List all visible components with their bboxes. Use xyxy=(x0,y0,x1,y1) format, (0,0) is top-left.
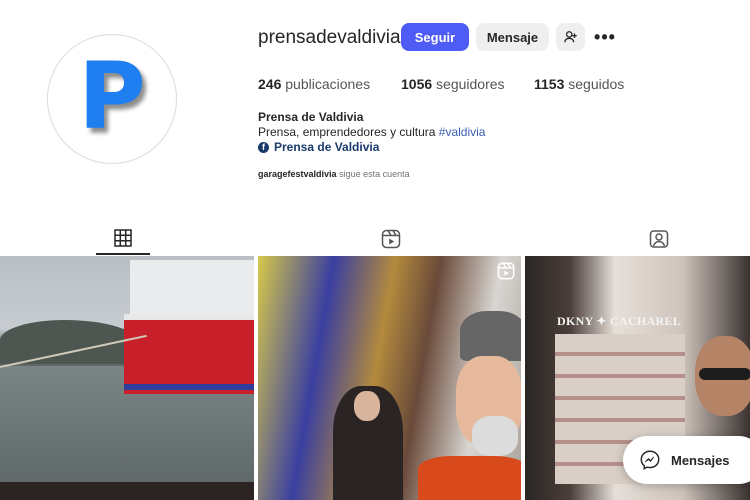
follow-button[interactable]: Seguir xyxy=(401,23,469,51)
man-jacket xyxy=(418,456,521,500)
reels-icon xyxy=(381,229,401,248)
posts-label: publicaciones xyxy=(285,76,371,92)
profile-avatar[interactable]: P xyxy=(47,34,177,164)
profile-tabs xyxy=(0,222,750,255)
posts-stat: 246 publicaciones xyxy=(258,76,370,92)
woman-face xyxy=(354,391,380,421)
sunglasses xyxy=(699,368,750,380)
followed-by-note: garagefestvaldivia sigue esta cuenta xyxy=(258,169,410,179)
facebook-link[interactable]: f Prensa de Valdivia xyxy=(258,140,379,154)
bio-full-name: Prensa de Valdivia xyxy=(258,110,364,124)
profile-username: prensadevaldivia xyxy=(258,27,401,48)
grid-icon xyxy=(114,228,132,247)
followers-stat[interactable]: 1056 seguidores xyxy=(401,76,505,92)
man-beanie xyxy=(460,311,521,361)
following-stat[interactable]: 1153 seguidos xyxy=(534,76,624,92)
dock-rail xyxy=(0,482,254,500)
bio-text: Prensa, emprendedores y cultura xyxy=(258,125,439,139)
messages-label: Mensajes xyxy=(671,452,730,468)
facebook-link-text: Prensa de Valdivia xyxy=(274,140,380,154)
avatar-logo-letter: P xyxy=(78,43,146,150)
ferry-hull xyxy=(124,314,254,394)
facebook-icon: f xyxy=(258,141,269,153)
suggest-users-button[interactable] xyxy=(556,23,585,51)
post-thumbnail-street-interview[interactable] xyxy=(258,256,521,500)
more-icon: ••• xyxy=(594,26,616,47)
ferry-stripe xyxy=(124,384,254,390)
shop-sign-text: DKNY ✦ CACHAREL xyxy=(557,314,682,328)
tab-posts[interactable] xyxy=(96,222,150,255)
followed-by-account[interactable]: garagefestvaldivia xyxy=(258,169,337,179)
add-user-icon xyxy=(563,31,577,43)
bio-hashtag[interactable]: #valdivia xyxy=(439,125,486,139)
tab-tagged[interactable] xyxy=(632,222,686,255)
followers-count: 1056 xyxy=(401,76,433,92)
following-count: 1153 xyxy=(534,76,565,92)
reel-badge-icon xyxy=(497,262,515,280)
posts-count: 246 xyxy=(258,76,282,92)
following-label: seguidos xyxy=(568,76,625,92)
bio-description: Prensa, emprendedores y cultura #valdivi… xyxy=(258,125,485,139)
more-options-button[interactable]: ••• xyxy=(591,23,619,51)
post-thumbnail-ferry[interactable] xyxy=(0,256,254,500)
tab-reels[interactable] xyxy=(364,222,418,255)
message-button[interactable]: Mensaje xyxy=(476,23,549,51)
followers-label: seguidores xyxy=(436,76,505,92)
man-beard xyxy=(472,416,518,456)
ferry-cabin xyxy=(130,260,254,314)
messenger-icon xyxy=(640,450,660,470)
followed-by-text: sigue esta cuenta xyxy=(339,169,410,179)
tagged-icon xyxy=(649,229,669,248)
messages-bar[interactable]: Mensajes xyxy=(623,436,750,484)
